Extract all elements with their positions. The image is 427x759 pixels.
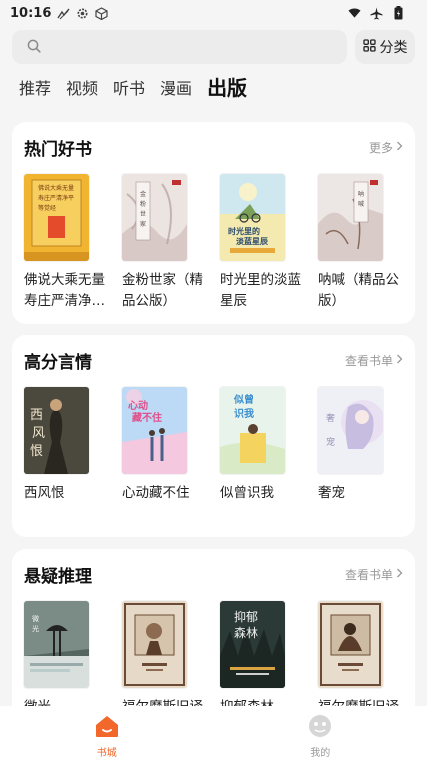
tab-comics[interactable]: 漫画	[160, 75, 192, 105]
category-button[interactable]: 分类	[355, 30, 415, 64]
svg-text:呐: 呐	[358, 190, 364, 198]
svg-text:恨: 恨	[30, 444, 43, 459]
tab-published[interactable]: 出版	[207, 72, 247, 105]
nav-profile-label: 我的	[310, 748, 331, 759]
svg-text:抑郁: 抑郁	[234, 609, 258, 624]
book-card[interactable]: 微光 微光	[24, 601, 89, 718]
book-cover: 奢宠	[318, 387, 383, 474]
grid-icon	[362, 38, 376, 56]
book-title: 呐喊（精品公版）	[318, 272, 399, 309]
book-list-link[interactable]: 查看书单	[345, 566, 403, 583]
book-card[interactable]: 福尔摩斯旧译	[122, 601, 203, 718]
svg-text:时光里的: 时光里的	[228, 226, 260, 236]
airplane-mode-icon	[370, 7, 383, 20]
svg-text:西: 西	[30, 408, 43, 423]
book-card[interactable]: 抑郁 森林 抑郁森林	[220, 601, 285, 718]
nav-profile[interactable]: 我的	[214, 706, 427, 759]
tab-audiobook[interactable]: 听书	[113, 75, 145, 105]
book-card[interactable]: 呐喊 呐喊（精品公版）	[318, 174, 399, 312]
book-cover: 微光	[24, 601, 89, 688]
book-list-link[interactable]: 查看书单	[345, 352, 403, 369]
status-time: 10:16	[10, 5, 52, 21]
search-row: 分类	[0, 26, 427, 64]
chevron-right-icon	[396, 140, 403, 154]
book-list-link-label: 查看书单	[344, 353, 393, 368]
wifi-icon	[348, 7, 361, 20]
tab-video[interactable]: 视频	[66, 75, 98, 105]
book-title: 心动藏不住	[122, 485, 190, 501]
book-card[interactable]: 时光里的 淡蓝星辰 时光里的淡蓝星辰	[220, 174, 301, 312]
book-card[interactable]: 佛说大乘无量 寿庄严清净平 等觉经 佛说大乘无量寿庄严清净…	[24, 174, 105, 312]
category-button-label: 分类	[379, 40, 408, 56]
svg-text:似曾: 似曾	[233, 393, 254, 406]
chevron-right-icon	[396, 567, 403, 581]
book-title: 金粉世家（精品公版）	[122, 272, 203, 309]
svg-text:金: 金	[140, 190, 146, 198]
settings-gear-icon	[76, 7, 89, 20]
svg-text:喊: 喊	[358, 200, 364, 208]
chevron-right-icon	[396, 353, 403, 367]
signal-scribble-icon	[57, 7, 70, 20]
svg-text:粉: 粉	[140, 200, 146, 208]
book-list-link-label: 查看书单	[344, 567, 393, 582]
svg-text:家: 家	[140, 220, 146, 228]
section-title: 热门好书	[24, 139, 92, 160]
book-title: 奢宠	[318, 485, 345, 501]
section-romance: 高分言情 查看书单 西风恨 西风恨 心动 藏不住 心动藏不住 似曾 识我 似曾识…	[12, 335, 415, 537]
book-card[interactable]: 心动 藏不住 心动藏不住	[122, 387, 190, 504]
nav-bookstore[interactable]: 书城	[0, 706, 214, 759]
section-title: 悬疑推理	[24, 566, 92, 587]
svg-text:风: 风	[32, 426, 45, 441]
content-tabs: 推荐 视频 听书 漫画 出版	[0, 67, 427, 105]
section-mystery: 悬疑推理 查看书单 微光 微光	[12, 549, 415, 729]
svg-text:心动: 心动	[128, 399, 148, 412]
book-card[interactable]: 福尔摩斯旧译	[318, 601, 399, 718]
svg-text:藏不住: 藏不住	[132, 411, 162, 424]
nav-bookstore-label: 书城	[96, 748, 117, 759]
book-card[interactable]: 金粉世家 金粉世家（精品公版）	[122, 174, 203, 312]
svg-text:光: 光	[32, 624, 39, 633]
tab-recommend[interactable]: 推荐	[19, 75, 51, 105]
cube-icon	[95, 6, 108, 20]
book-title: 佛说大乘无量寿庄严清净…	[24, 272, 105, 309]
book-card[interactable]: 似曾 识我 似曾识我	[220, 387, 285, 504]
svg-text:等觉经: 等觉经	[38, 204, 56, 212]
book-cover	[318, 601, 383, 688]
svg-text:世: 世	[140, 210, 146, 218]
book-cover: 西风恨	[24, 387, 89, 474]
book-cover: 佛说大乘无量 寿庄严清净平 等觉经	[24, 174, 89, 261]
svg-text:佛说大乘无量: 佛说大乘无量	[38, 184, 74, 192]
more-link[interactable]: 更多	[369, 139, 403, 156]
bottom-nav: 书城 我的	[0, 706, 427, 759]
book-cover: 时光里的 淡蓝星辰	[220, 174, 285, 261]
svg-text:识我: 识我	[234, 407, 254, 420]
book-cover: 抑郁 森林	[220, 601, 285, 688]
book-card[interactable]: 西风恨 西风恨	[24, 387, 89, 504]
svg-text:寿庄严清净平: 寿庄严清净平	[38, 194, 74, 202]
book-cover: 似曾 识我	[220, 387, 285, 474]
svg-text:森林: 森林	[234, 625, 258, 640]
book-cover: 呐喊	[318, 174, 383, 261]
home-icon	[94, 714, 120, 742]
book-title: 时光里的淡蓝星辰	[220, 272, 301, 309]
book-title: 西风恨	[24, 485, 65, 501]
book-cover: 心动 藏不住	[122, 387, 187, 474]
battery-icon	[392, 6, 405, 20]
section-title: 高分言情	[24, 352, 92, 373]
profile-icon	[308, 714, 332, 742]
section-hot-books: 热门好书 更多 佛说大乘无量 寿庄严清净平 等觉经 佛说大乘无量寿庄严清净… 金…	[12, 122, 415, 324]
svg-text:奢: 奢	[326, 412, 335, 424]
book-cover: 金粉世家	[122, 174, 187, 261]
book-title: 似曾识我	[220, 485, 274, 501]
search-input[interactable]	[12, 30, 347, 64]
svg-text:淡蓝星辰: 淡蓝星辰	[236, 236, 268, 246]
book-card[interactable]: 奢宠 奢宠	[318, 387, 383, 504]
book-cover	[122, 601, 187, 688]
svg-text:宠: 宠	[326, 436, 335, 448]
search-icon	[27, 38, 41, 57]
more-link-label: 更多	[368, 140, 393, 155]
svg-text:微: 微	[32, 614, 39, 623]
status-bar: 10:16	[0, 0, 427, 26]
